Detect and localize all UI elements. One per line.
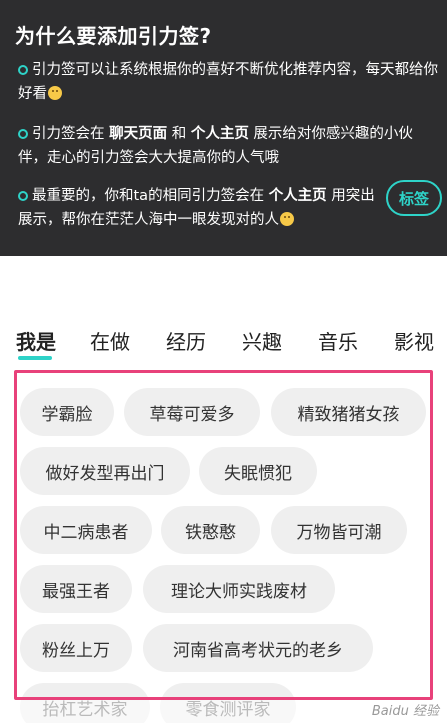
tag-example-chip: 标签 (386, 180, 442, 216)
tab-yin-yue[interactable]: 音乐 (318, 326, 358, 355)
bullet-icon (18, 191, 28, 201)
category-tabs: 我是 在做 经历 兴趣 音乐 影视 (0, 322, 447, 362)
p2-bold-chat: 聊天页面 (109, 126, 168, 142)
bullet-icon (18, 65, 28, 75)
smile-emoji-icon (48, 86, 62, 100)
p3-bold-profile: 个人主页 (268, 188, 327, 204)
separator (0, 256, 447, 302)
bullet-icon (18, 129, 28, 139)
info-paragraph-3: 最重要的，你和ta的相同引力签会在 个人主页 用突出展示，帮你在茫茫人海中一眼发… (18, 184, 378, 232)
p3-prefix: 最重要的，你和ta的相同引力签会在 (32, 188, 269, 204)
tab-ying-shi[interactable]: 影视 (394, 326, 434, 355)
info-paragraph-1: 引力签可以让系统根据你的喜好不断优化推荐内容，每天都给你好看 (18, 58, 438, 106)
tab-jing-li[interactable]: 经历 (166, 326, 206, 355)
p1-text: 引力签可以让系统根据你的喜好不断优化推荐内容，每天都给你好看 (18, 62, 438, 102)
panel-title: 为什么要添加引力签? (15, 24, 212, 48)
info-panel: 为什么要添加引力签? 引力签可以让系统根据你的喜好不断优化推荐内容，每天都给你好… (0, 0, 447, 256)
active-tab-indicator (18, 356, 52, 360)
tab-zai-zuo[interactable]: 在做 (90, 326, 130, 355)
tab-xing-qu[interactable]: 兴趣 (242, 326, 282, 355)
p2-prefix: 引力签会在 (32, 126, 110, 142)
p2-mid: 和 (167, 126, 191, 142)
info-paragraph-2: 引力签会在 聊天页面 和 个人主页 展示给对你感兴趣的小伙伴，走心的引力签会大大… (18, 122, 438, 170)
baidu-watermark: Baidu 经验 (371, 704, 439, 719)
star-eyes-emoji-icon (280, 212, 294, 226)
p2-bold-profile: 个人主页 (190, 126, 249, 142)
tab-wo-shi[interactable]: 我是 (16, 326, 56, 355)
highlight-box (14, 370, 433, 700)
